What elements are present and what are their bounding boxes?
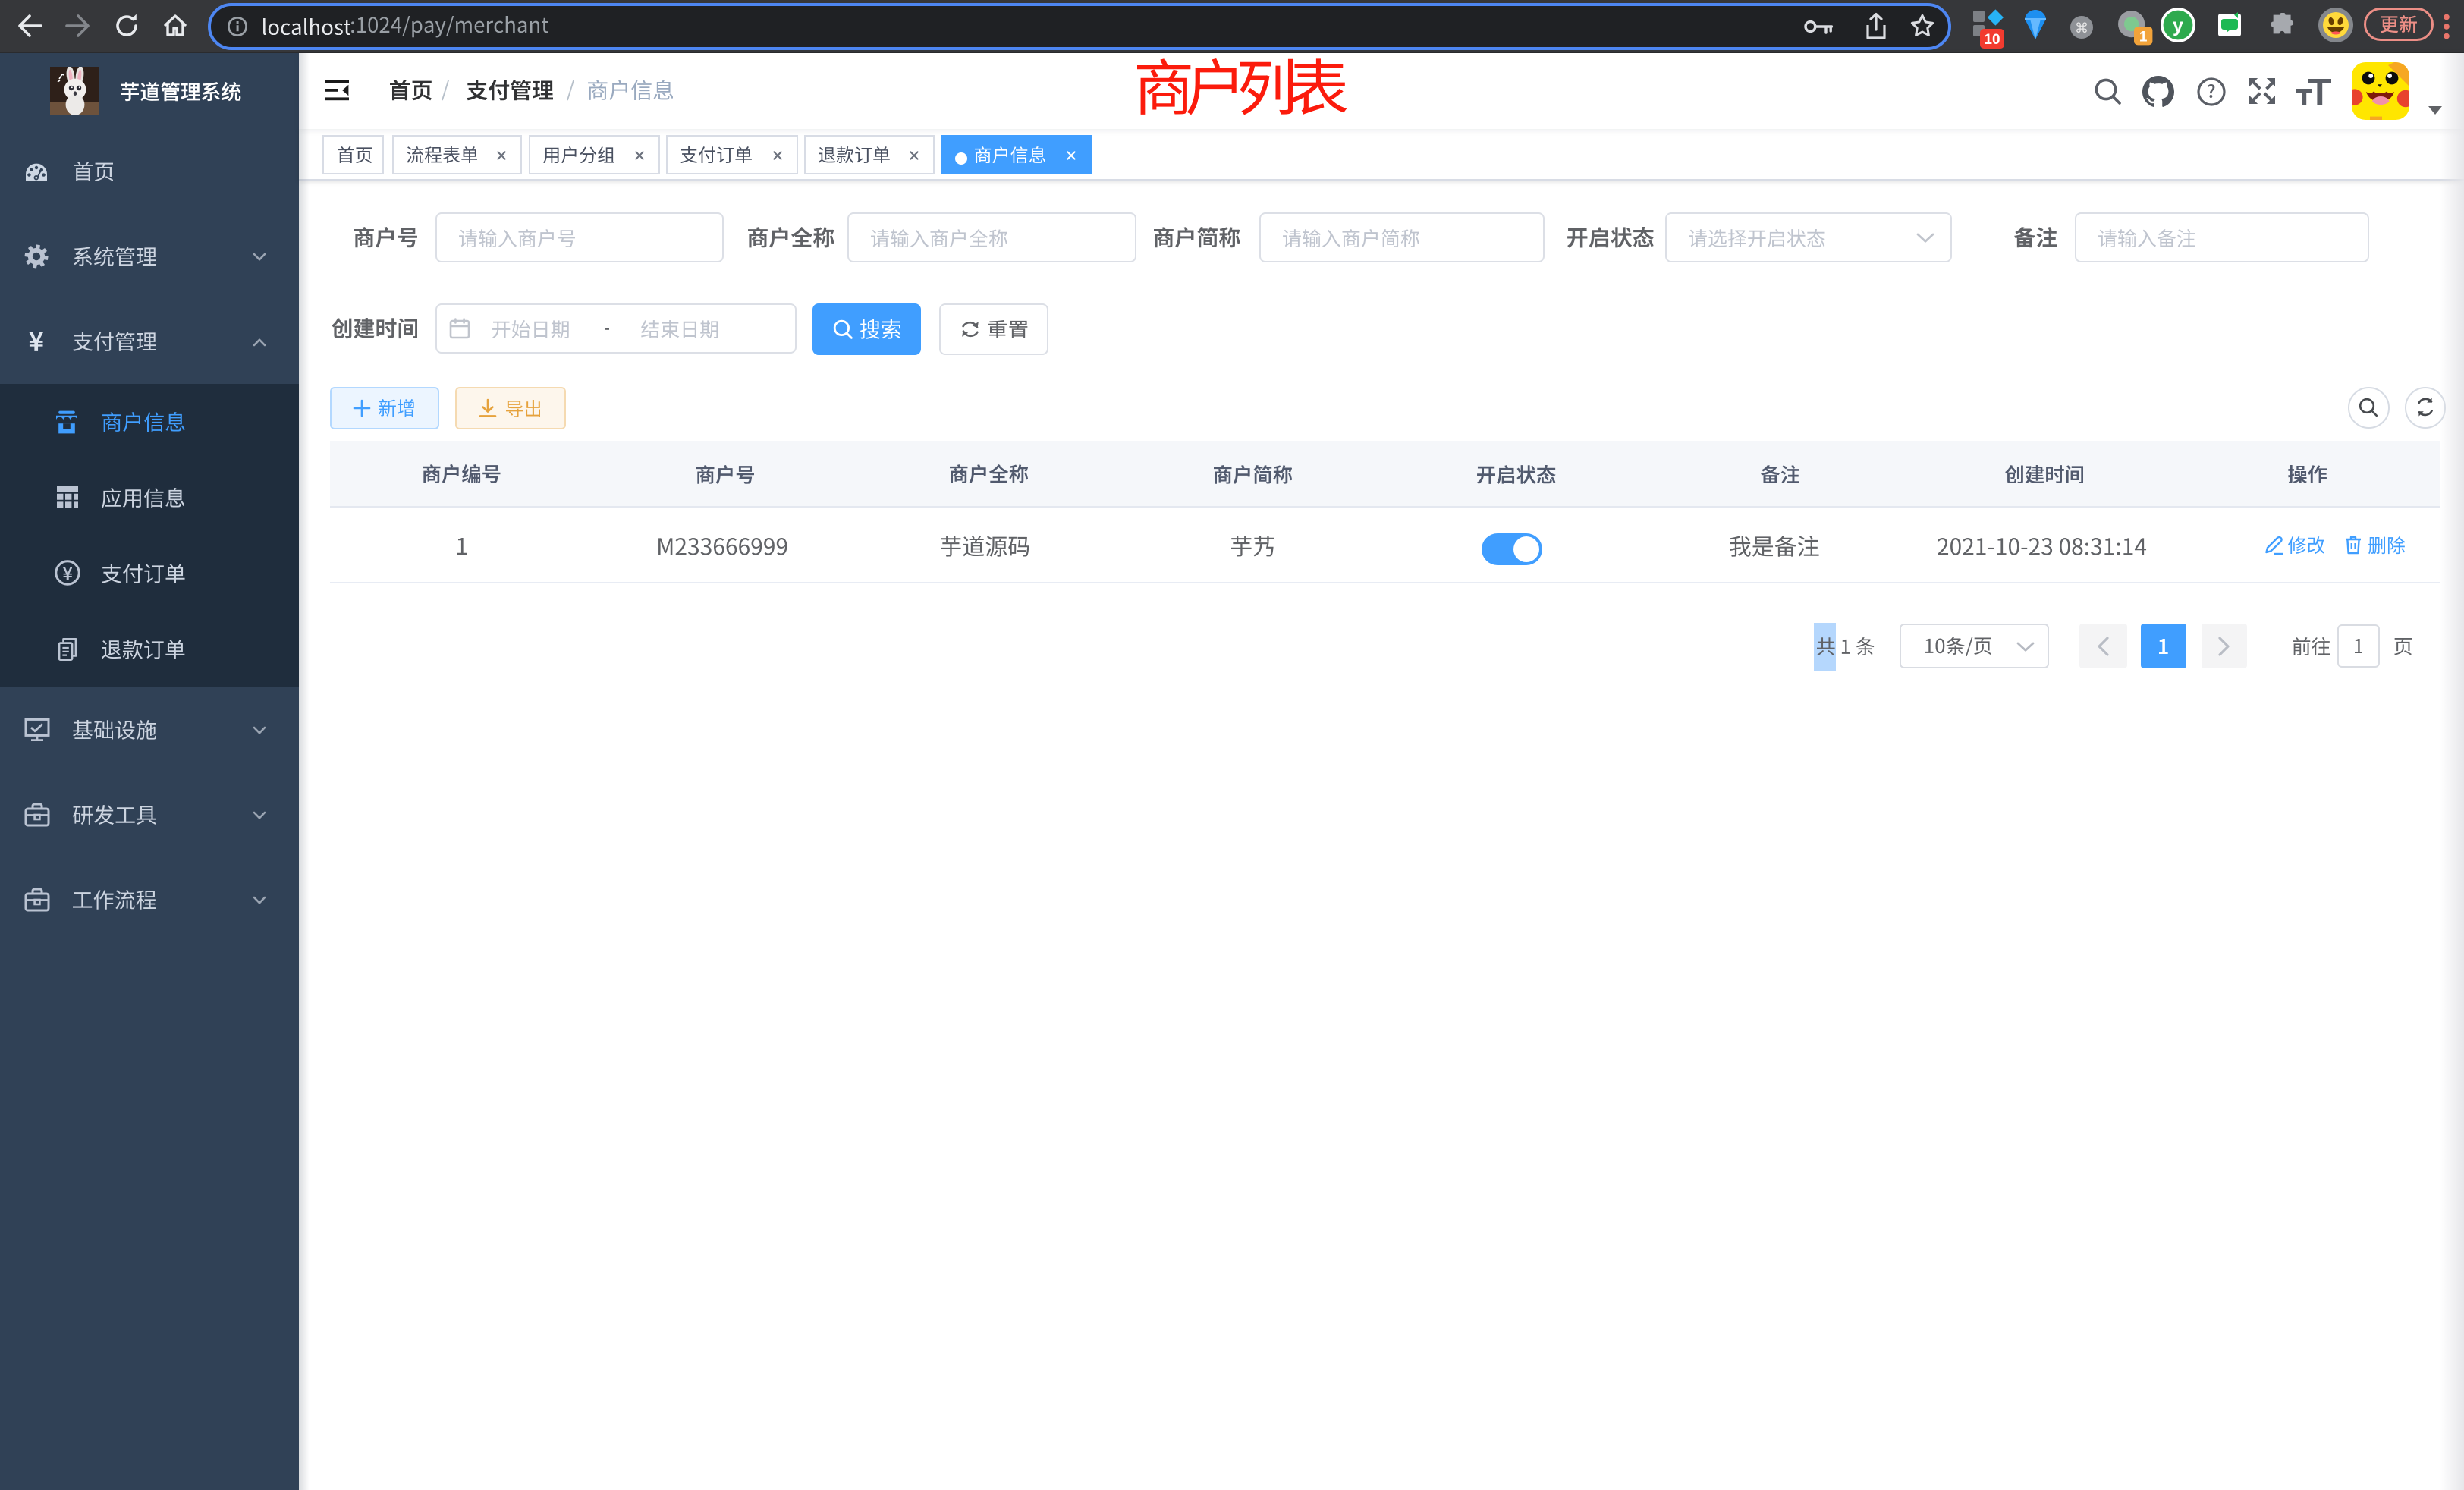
svg-text:10: 10: [1984, 32, 2000, 48]
svg-text:⌘: ⌘: [2075, 20, 2088, 36]
svg-text:y: y: [2173, 15, 2183, 36]
svg-text:1: 1: [2139, 29, 2148, 45]
